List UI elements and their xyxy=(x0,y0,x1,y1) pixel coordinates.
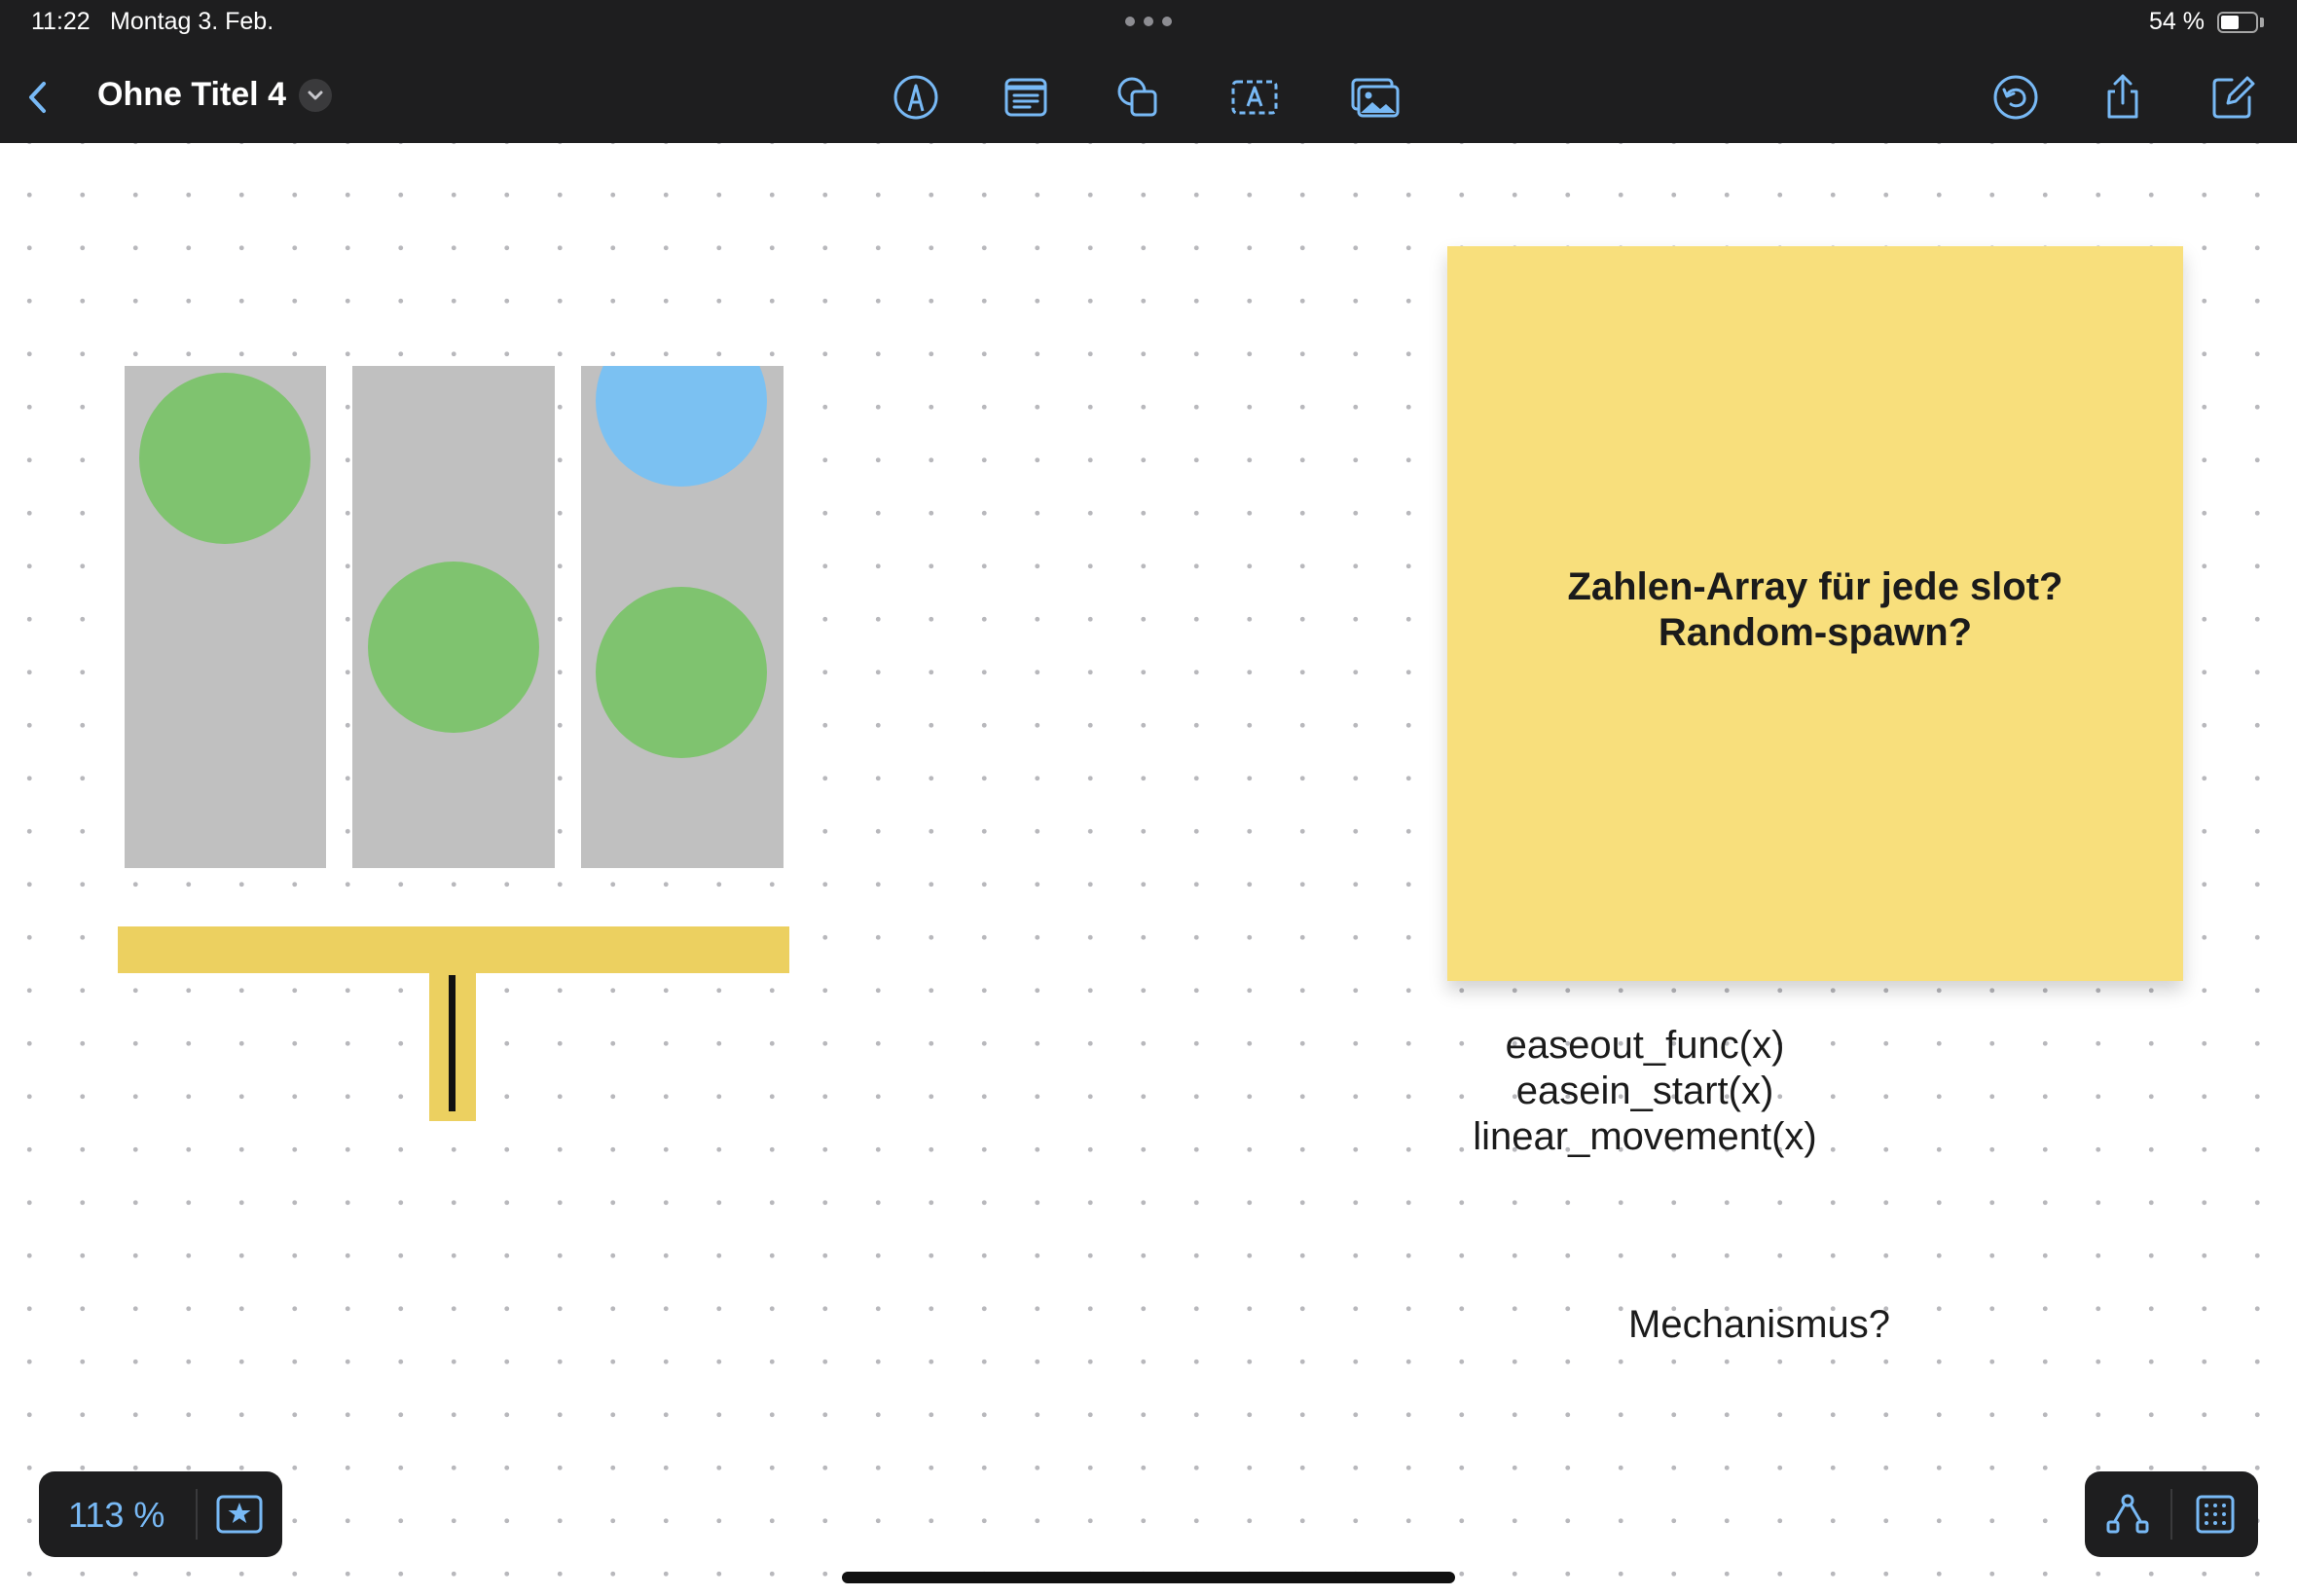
black-line[interactable] xyxy=(449,975,456,1111)
status-time: 11:22 xyxy=(31,8,91,35)
function-note-3: linear_movement(x) xyxy=(1473,1115,1817,1158)
star-icon xyxy=(216,1495,263,1534)
function-note-1: easeout_func(x) xyxy=(1505,1024,1785,1067)
share-button[interactable] xyxy=(2097,72,2148,123)
sticky-note-line-2: Random-spawn? xyxy=(1658,610,1973,654)
favorite-button[interactable] xyxy=(214,1489,265,1540)
pen-tool-button[interactable] xyxy=(891,72,941,123)
sticky-note-line-1: Zahlen-Array für jede slot? xyxy=(1567,564,2063,608)
sticky-note[interactable]: Zahlen-Array für jede slot? Random-spawn… xyxy=(1447,246,2183,981)
green-ball-1[interactable] xyxy=(139,373,310,544)
shapes-button[interactable] xyxy=(1112,72,1163,123)
undo-button[interactable] xyxy=(1990,72,2041,123)
back-button[interactable] xyxy=(14,72,64,123)
photo-icon xyxy=(1351,78,1400,118)
compose-icon xyxy=(2212,76,2255,119)
chevron-left-icon xyxy=(29,82,46,113)
tools-panel xyxy=(2085,1471,2258,1557)
green-ball-3[interactable] xyxy=(596,587,767,758)
media-button[interactable] xyxy=(1349,72,1400,123)
yellow-bar-horizontal[interactable] xyxy=(118,926,789,973)
zoom-panel: 113 % xyxy=(39,1471,282,1557)
grid-icon xyxy=(2196,1495,2235,1534)
connector-button[interactable] xyxy=(2102,1489,2153,1540)
blue-ball[interactable] xyxy=(596,366,767,487)
home-indicator[interactable] xyxy=(842,1572,1455,1583)
connector-icon xyxy=(2106,1494,2149,1534)
function-note-2: easein_start(x) xyxy=(1515,1070,1774,1112)
board-canvas[interactable]: Zahlen-Array für jede slot? Random-spawn… xyxy=(0,143,2297,1596)
chevron-down-icon xyxy=(308,91,323,100)
green-ball-2[interactable] xyxy=(368,562,539,733)
share-icon xyxy=(2107,74,2138,119)
grid-button[interactable] xyxy=(2190,1489,2241,1540)
pen-tool-icon xyxy=(893,75,938,120)
mechanism-note[interactable]: Mechanismus? xyxy=(1628,1303,1890,1347)
multitasking-dots-icon[interactable] xyxy=(1125,17,1172,26)
text-box-button[interactable] xyxy=(1001,72,1051,123)
function-notes[interactable]: easeout_func(x) easein_start(x) linear_m… xyxy=(1450,1023,1840,1160)
new-board-button[interactable] xyxy=(2206,72,2257,123)
title-menu-button[interactable] xyxy=(299,79,332,112)
board-title[interactable]: Ohne Titel 4 xyxy=(97,76,286,114)
status-date: Montag 3. Feb. xyxy=(110,8,274,35)
undo-icon xyxy=(1993,75,2038,120)
zoom-level[interactable]: 113 % xyxy=(68,1495,164,1536)
text-tool-button[interactable] xyxy=(1229,72,1280,123)
text-tool-icon xyxy=(1231,80,1278,115)
battery-percent: 54 % xyxy=(2149,8,2205,35)
text-box-icon xyxy=(1004,78,1047,117)
top-bar: 11:22 Montag 3. Feb. 54 % Ohne Titel 4 xyxy=(0,0,2297,143)
shapes-icon xyxy=(1117,77,1157,117)
battery-icon xyxy=(2217,12,2258,33)
